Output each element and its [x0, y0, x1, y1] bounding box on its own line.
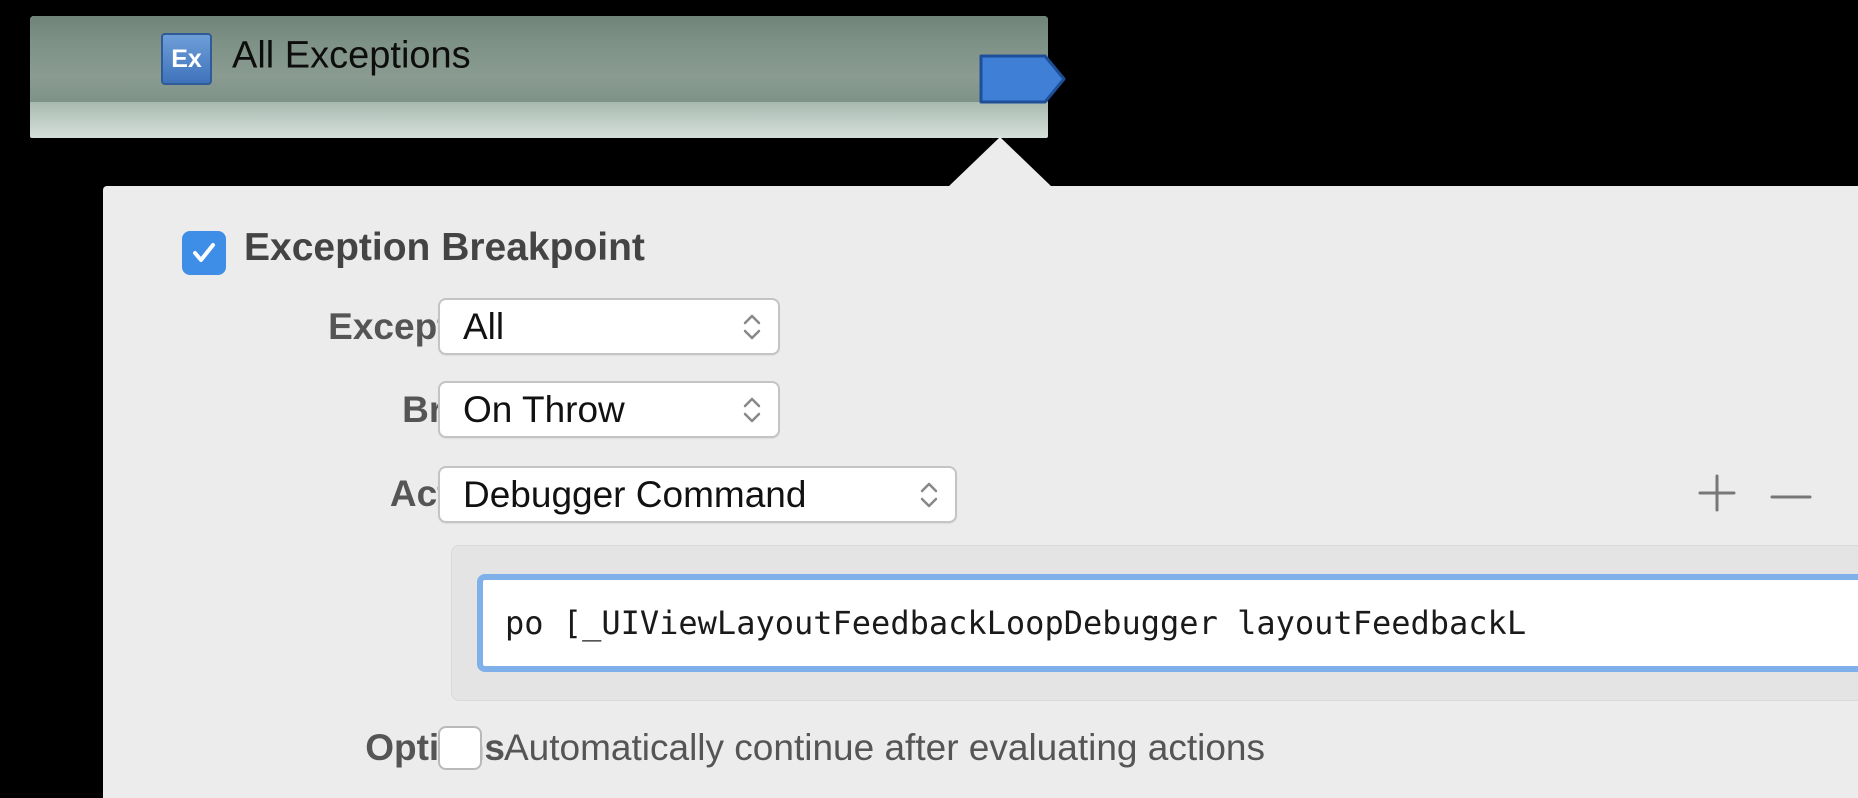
auto-continue-label: Automatically continue after evaluating …	[504, 727, 1265, 768]
breakpoint-editor-popover: Exception Breakpoint Exception All Break…	[103, 186, 1858, 798]
debugger-command-field[interactable]: po [_UIViewLayoutFeedbackLoopDebugger la…	[477, 574, 1858, 672]
chevron-updown-icon	[743, 397, 761, 423]
break-value: On Throw	[463, 388, 625, 430]
breakpoint-title: All Exceptions	[232, 34, 471, 77]
chevron-updown-icon	[920, 482, 938, 508]
exception-value: All	[463, 305, 505, 347]
breakpoint-indicator-icon[interactable]	[978, 53, 1068, 105]
debugger-command-text: po [_UIViewLayoutFeedbackLoopDebugger la…	[505, 604, 1527, 642]
chevron-updown-icon	[743, 314, 761, 340]
action-popup[interactable]: Debugger Command	[438, 466, 957, 523]
popover-arrow	[948, 137, 1052, 187]
breakpoint-row[interactable]: Ex All Exceptions	[30, 16, 1066, 138]
exception-popup[interactable]: All	[438, 298, 780, 355]
checkmark-icon	[193, 243, 215, 262]
action-value: Debugger Command	[463, 473, 807, 515]
options-label: Options	[365, 727, 505, 768]
exception-icon: Ex	[161, 33, 212, 85]
auto-continue-checkbox[interactable]	[438, 726, 482, 770]
editor-title: Exception Breakpoint	[244, 226, 645, 269]
breakpoint-enabled-checkbox[interactable]	[182, 231, 226, 275]
add-action-button[interactable]	[1694, 470, 1740, 516]
remove-action-button[interactable]	[1770, 494, 1812, 500]
break-popup[interactable]: On Throw	[438, 381, 780, 438]
